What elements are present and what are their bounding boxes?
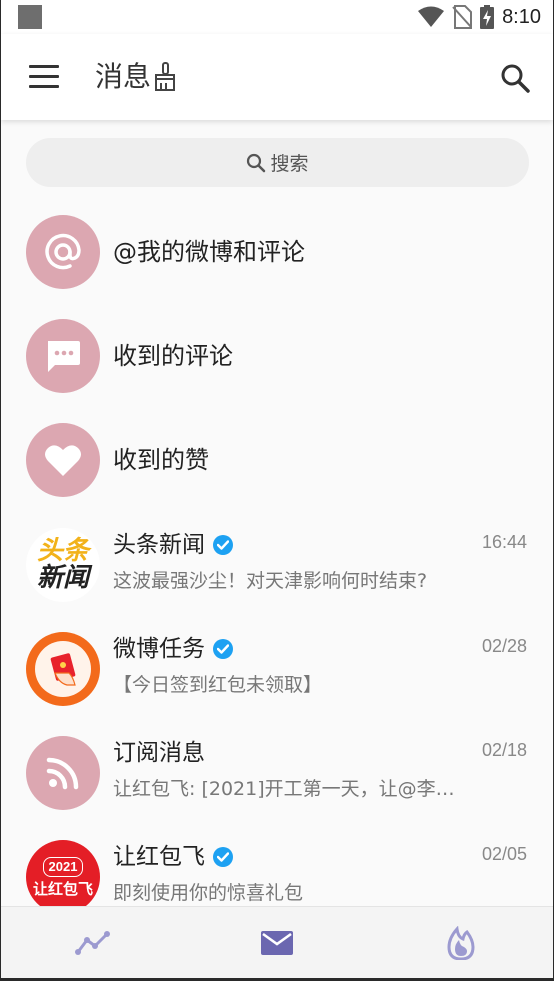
nav-messages-button[interactable] [257,923,297,963]
page-title-group: 消息 [95,58,177,96]
at-icon [45,233,81,270]
avatar-text: 让红包飞 [32,879,93,898]
conversation-item-weibo-task[interactable]: 微博任务 02/28 【今日签到红包未领取】 [1,626,553,716]
heart-icon [45,445,81,476]
nav-trends-button[interactable] [73,923,113,963]
mail-icon [261,931,293,955]
status-icons: 8:10 [418,4,541,30]
verified-badge-icon [213,535,233,555]
conversation-item-toutiao[interactable]: 头条 新闻 头条新闻 16:44 这波最强沙尘！对天津影响何时结束? [1,522,553,612]
conversation-date: 02/05 [481,844,527,864]
likes-avatar [26,423,100,497]
notification-icon [18,5,42,29]
wifi-icon [418,6,445,27]
search-icon [247,153,266,172]
subscriptions-avatar [26,736,100,810]
conversation-name-group: 微博任务 [113,634,233,664]
list-item-comments[interactable]: 收到的评论 [1,316,553,396]
search-icon[interactable] [499,62,531,94]
battery-charging-icon [480,5,495,29]
rss-icon [46,757,79,790]
app-bar: 消息 [1,34,553,120]
trend-line-icon [75,931,110,955]
menu-icon [29,65,59,68]
conversation-name-group: 头条新闻 [113,530,233,560]
mentions-avatar [26,215,100,289]
broom-icon[interactable] [153,62,177,92]
page-title: 消息 [95,60,152,93]
red-packet-avatar: 2021 让红包飞 [26,840,100,914]
app-screen: 8:10 消息 搜索 @我的微博和评论 收到的评论 收到的赞 头条 新闻 头条新… [0,0,554,981]
verified-badge-icon [213,639,233,659]
avatar-text: 头条 [36,536,89,566]
conversation-name-group: 订阅消息 [113,738,205,768]
toutiao-avatar: 头条 新闻 [26,528,100,602]
list-item-label: 收到的评论 [113,342,233,370]
list-item-label: 收到的赞 [113,446,209,474]
flame-icon [447,926,475,960]
bottom-nav [1,906,553,981]
search-placeholder: 搜索 [270,153,309,175]
conversation-name: 让红包飞 [113,844,205,870]
conversation-preview: 让红包飞: [2021]开工第一天，让@李佳… [113,778,473,800]
weibo-task-avatar [26,632,100,706]
list-item-mentions[interactable]: @我的微博和评论 [1,212,553,292]
menu-button[interactable] [29,64,61,90]
chat-bubble-icon [48,341,80,372]
conversation-date: 02/18 [481,740,527,760]
status-time: 8:10 [502,5,541,28]
conversation-name-group: 让红包飞 [113,842,233,872]
list-item-label: @我的微博和评论 [113,238,305,266]
conversation-name: 头条新闻 [113,532,205,558]
conversation-name: 微博任务 [113,636,205,662]
no-sim-icon [452,5,473,29]
comments-avatar [26,319,100,393]
search-field[interactable]: 搜索 [26,138,529,187]
verified-badge-icon [213,847,233,867]
conversation-item-subscriptions[interactable]: 订阅消息 02/18 让红包飞: [2021]开工第一天，让@李佳… [1,730,553,820]
red-envelope-icon [50,653,76,686]
conversation-name: 订阅消息 [113,740,205,766]
avatar-text: 2021 [42,856,84,877]
nav-hot-button[interactable] [441,923,481,963]
conversation-preview: 【今日签到红包未领取】 [113,674,323,696]
conversation-date: 02/28 [481,636,527,656]
status-bar: 8:10 [1,0,553,34]
conversation-preview: 即刻使用你的惊喜礼包 [113,882,304,904]
avatar-text: 新闻 [36,563,89,593]
conversation-date: 16:44 [481,532,527,552]
list-item-likes[interactable]: 收到的赞 [1,420,553,500]
conversation-preview: 这波最强沙尘！对天津影响何时结束? [113,570,428,592]
